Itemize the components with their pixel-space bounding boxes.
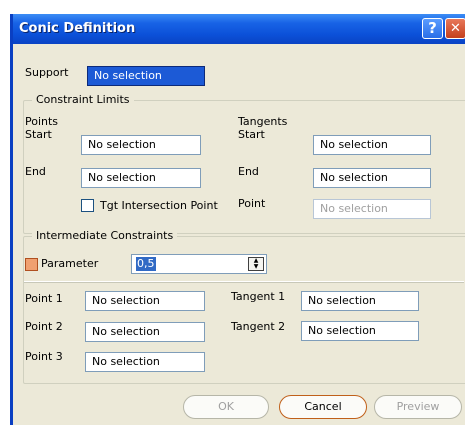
- parameter-label: Parameter: [41, 257, 99, 270]
- points-heading: Points: [25, 115, 59, 128]
- point2-label: Point 2: [25, 320, 63, 333]
- intermediate-constraints-legend: Intermediate Constraints: [32, 229, 178, 242]
- tangents-start-field[interactable]: No selection: [313, 135, 431, 155]
- ok-button[interactable]: OK: [183, 395, 269, 419]
- tangents-end-field[interactable]: No selection: [313, 168, 431, 188]
- point3-field[interactable]: No selection: [85, 352, 205, 372]
- tangent1-label: Tangent 1: [231, 290, 286, 303]
- parameter-checkbox[interactable]: [25, 258, 38, 271]
- point3-label: Point 3: [25, 350, 63, 363]
- tangent2-label: Tangent 2: [231, 320, 286, 333]
- points-start-label: Start: [25, 128, 52, 141]
- close-icon: ✕: [450, 21, 461, 36]
- tgt-intersection-label: Tgt Intersection Point: [100, 199, 218, 212]
- preview-button[interactable]: Preview: [374, 395, 462, 419]
- tangent2-field[interactable]: No selection: [301, 321, 419, 341]
- tangent-point-label: Point: [238, 197, 266, 210]
- support-label: Support: [25, 66, 69, 79]
- divider: [24, 281, 464, 283]
- point1-field[interactable]: No selection: [85, 291, 205, 311]
- conic-definition-dialog: Conic Definition ? ✕ Support No selectio…: [10, 14, 465, 425]
- window-title: Conic Definition: [19, 21, 136, 36]
- help-button[interactable]: ?: [422, 18, 443, 39]
- points-end-field[interactable]: No selection: [81, 168, 201, 188]
- tangent1-field[interactable]: No selection: [301, 291, 419, 311]
- tangents-end-label: End: [238, 165, 259, 178]
- point1-label: Point 1: [25, 292, 63, 305]
- support-field[interactable]: No selection: [87, 66, 205, 86]
- parameter-spinner[interactable]: 0,5 ▲ ▼: [131, 254, 267, 274]
- help-icon: ?: [428, 19, 437, 37]
- point2-field[interactable]: No selection: [85, 322, 205, 342]
- tgt-intersection-checkbox[interactable]: [81, 199, 94, 212]
- cancel-button[interactable]: Cancel: [279, 395, 367, 419]
- tangent-point-field[interactable]: No selection: [313, 199, 431, 219]
- points-start-field[interactable]: No selection: [81, 135, 201, 155]
- tangents-start-label: Start: [238, 128, 265, 141]
- close-button[interactable]: ✕: [445, 18, 465, 39]
- points-end-label: End: [25, 165, 46, 178]
- spinner-icon[interactable]: ▲ ▼: [248, 257, 264, 271]
- title-bar[interactable]: Conic Definition ? ✕: [13, 14, 465, 44]
- tangents-heading: Tangents: [238, 115, 288, 128]
- parameter-value[interactable]: 0,5: [136, 257, 156, 271]
- constraint-limits-legend: Constraint Limits: [32, 93, 134, 106]
